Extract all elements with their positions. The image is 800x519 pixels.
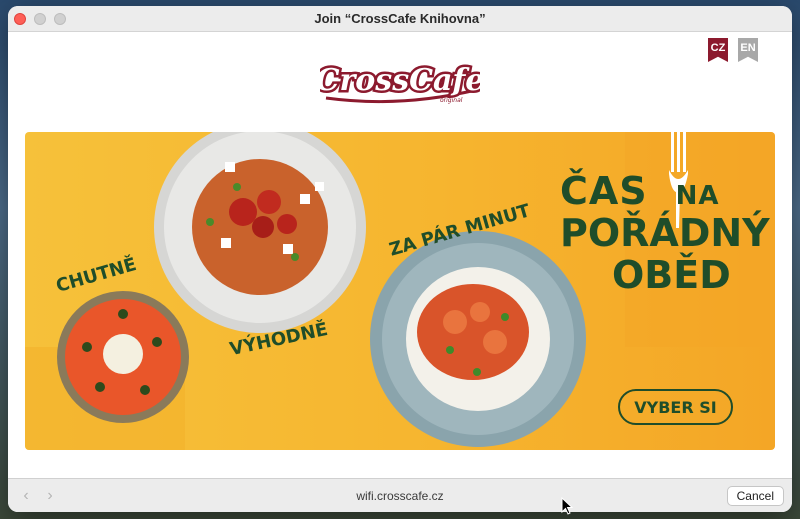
crosscafe-logo: CrossCafe original — [320, 64, 480, 104]
back-arrow-icon[interactable]: ‹ — [16, 487, 36, 505]
logo-text: CrossCafe — [320, 64, 480, 98]
close-window-button[interactable] — [14, 13, 26, 25]
window-title: Join “CrossCafe Knihovna” — [314, 11, 486, 26]
forward-arrow-icon[interactable]: › — [40, 487, 60, 505]
url-label: wifi.crosscafe.cz — [356, 488, 444, 503]
soup-bowl-icon — [57, 291, 189, 423]
headline-na: NA — [675, 181, 720, 211]
headline-obed: OBĚD — [612, 253, 731, 297]
maximize-window-button[interactable] — [54, 13, 66, 25]
mouse-cursor-icon — [561, 497, 573, 515]
cancel-button[interactable]: Cancel — [726, 486, 784, 506]
vyber-si-button[interactable]: VYBER SI — [618, 389, 733, 425]
banner-headline: ČAS NA POŘÁDNÝ OBĚD — [560, 172, 770, 294]
language-cz-button[interactable]: CZ — [708, 38, 728, 62]
window-controls — [14, 13, 66, 25]
title-bar: Join “CrossCafe Knihovna” — [8, 6, 792, 32]
language-en-button[interactable]: EN — [738, 38, 758, 62]
curry-plate-icon — [370, 231, 586, 447]
captive-portal-window: Join “CrossCafe Knihovna” CZ EN CrossCaf… — [8, 6, 792, 512]
minimize-window-button[interactable] — [34, 13, 46, 25]
promo-banner[interactable]: ČAS NA POŘÁDNÝ OBĚD CHUTNĚ VÝHODNĚ ZA PÁR… — [25, 132, 775, 450]
headline-cas: ČAS — [560, 169, 648, 213]
bottom-bar: ‹ › wifi.crosscafe.cz Cancel — [8, 478, 792, 512]
headline-poradny: POŘÁDNÝ — [560, 211, 770, 255]
couscous-plate-icon — [154, 132, 366, 333]
logo-subtext: original — [440, 97, 463, 104]
portal-content: CZ EN CrossCafe original ČAS NA POŘÁDNÝ … — [8, 32, 792, 495]
